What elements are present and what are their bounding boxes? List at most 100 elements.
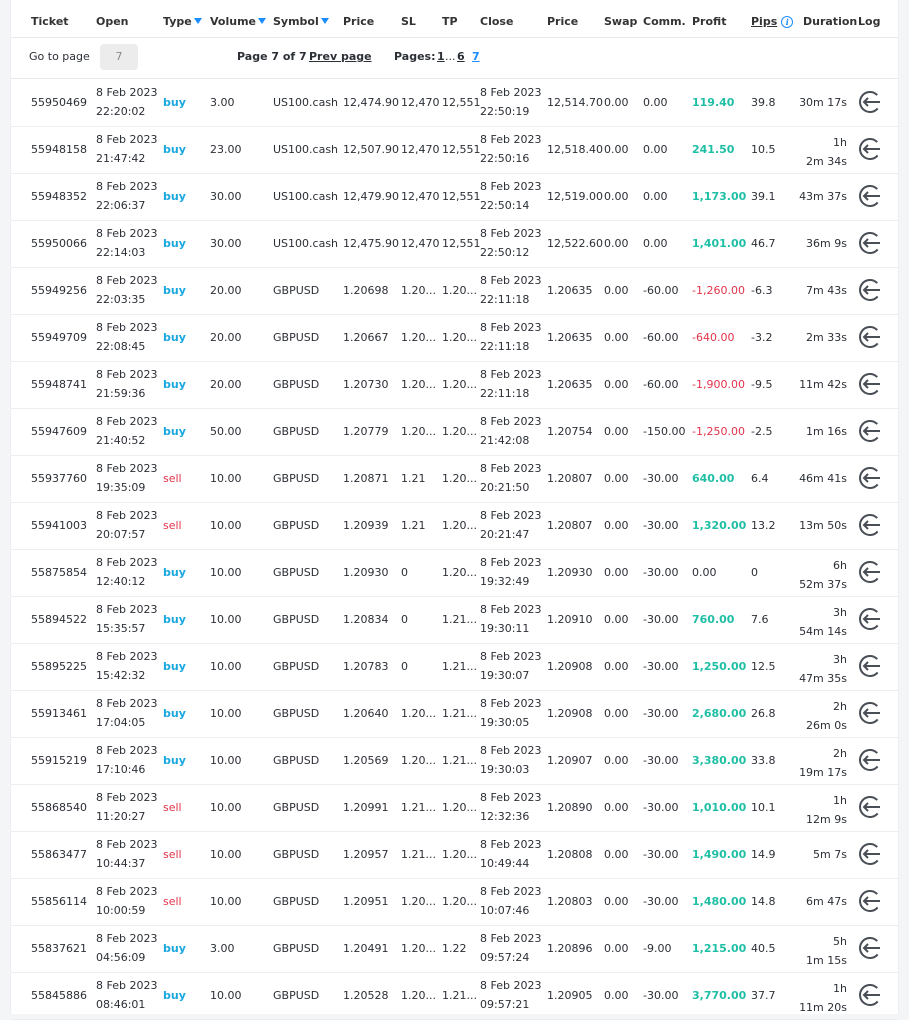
duration-line-1: 36m 9s [806,237,847,250]
duration-line-1: 43m 37s [799,190,847,203]
page-link-current[interactable]: 7 [472,50,480,63]
col-profit[interactable]: Profit [692,15,726,28]
table-row[interactable]: 55837621 8 Feb 2023 04:56:09 buy 3.00 GB… [11,925,898,973]
col-symbol-sort[interactable]: Symbol [273,15,329,28]
log-exit-icon[interactable] [856,464,884,492]
col-comm[interactable]: Comm. [643,15,686,28]
table-row[interactable]: 55948158 8 Feb 2023 21:47:42 buy 23.00 U… [11,126,898,174]
log-exit-icon[interactable] [856,746,884,774]
close-date-cell: 8 Feb 2023 [480,932,542,945]
col-tp[interactable]: TP [442,15,458,28]
col-ticket[interactable]: Ticket [31,15,69,28]
table-row[interactable]: 55948741 8 Feb 2023 21:59:36 buy 20.00 G… [11,361,898,409]
prev-page-link[interactable]: Prev page [309,50,372,63]
col-swap[interactable]: Swap [604,15,637,28]
duration-line-1: 11m 42s [799,378,847,391]
symbol-cell: GBPUSD [273,801,320,814]
tp-cell: 12,551 [442,96,481,109]
duration-cell: 3h 47m 35s [781,650,847,688]
tp-cell: 1.20... [442,801,477,814]
page-link-1[interactable]: 1 [437,50,445,63]
log-exit-icon[interactable] [856,652,884,680]
log-exit-icon[interactable] [856,934,884,962]
log-exit-icon[interactable] [856,323,884,351]
close-date-cell: 8 Feb 2023 [480,274,542,287]
type-cell: buy [163,143,186,156]
volume-cell: 10.00 [210,895,242,908]
swap-cell: 0.00 [604,566,629,579]
duration-line-1: 30m 17s [799,96,847,109]
duration-cell: 6h 52m 37s [781,556,847,594]
open-price-cell: 1.20930 [343,566,389,579]
commission-cell: -30.00 [643,989,679,1002]
table-row[interactable]: 55915219 8 Feb 2023 17:10:46 buy 10.00 G… [11,737,898,785]
log-exit-icon[interactable] [856,558,884,586]
type-cell: sell [163,895,182,908]
log-exit-icon[interactable] [856,276,884,304]
duration-cell: 11m 42s [781,378,847,391]
log-exit-icon[interactable] [856,840,884,868]
page-number-input[interactable]: 7 [100,44,138,70]
log-exit-icon[interactable] [856,370,884,398]
open-price-cell: 12,474.90 [343,96,399,109]
col-close-price[interactable]: Price [547,15,578,28]
table-row[interactable]: 55895225 8 Feb 2023 15:42:32 buy 10.00 G… [11,643,898,691]
table-row[interactable]: 55949709 8 Feb 2023 22:08:45 buy 20.00 G… [11,314,898,362]
table-row[interactable]: 55875854 8 Feb 2023 12:40:12 buy 10.00 G… [11,549,898,597]
col-close[interactable]: Close [480,15,513,28]
table-row[interactable]: 55950469 8 Feb 2023 22:20:02 buy 3.00 US… [11,79,898,127]
table-row[interactable]: 55950066 8 Feb 2023 22:14:03 buy 30.00 U… [11,220,898,268]
table-row[interactable]: 55941003 8 Feb 2023 20:07:57 sell 10.00 … [11,502,898,550]
table-row[interactable]: 55947609 8 Feb 2023 21:40:52 buy 50.00 G… [11,408,898,456]
close-date-cell: 8 Feb 2023 [480,180,542,193]
open-date-cell: 8 Feb 2023 [96,227,158,240]
table-row[interactable]: 55856114 8 Feb 2023 10:00:59 sell 10.00 … [11,878,898,926]
col-pips-sort[interactable]: Pips i [751,15,794,28]
pips-cell: 10.5 [751,143,776,156]
duration-line-1: 5h [833,935,847,948]
swap-cell: 0.00 [604,801,629,814]
col-duration[interactable]: Duration [803,15,857,28]
log-exit-icon[interactable] [856,229,884,257]
table-row[interactable]: 55948352 8 Feb 2023 22:06:37 buy 30.00 U… [11,173,898,221]
col-type-sort[interactable]: Type [163,15,202,28]
close-price-cell: 12,518.40 [547,143,603,156]
open-time-cell: 10:44:37 [96,857,146,870]
close-time-cell: 22:11:18 [480,340,530,353]
duration-line-1: 1m 16s [806,425,847,438]
ticket-cell: 55875854 [31,566,87,579]
col-price[interactable]: Price [343,15,374,28]
open-time-cell: 15:35:57 [96,622,146,635]
duration-line-2: 2m 34s [806,155,847,168]
log-exit-icon[interactable] [856,699,884,727]
log-exit-icon[interactable] [856,135,884,163]
open-time-cell: 11:20:27 [96,810,146,823]
table-row[interactable]: 55845886 8 Feb 2023 08:46:01 buy 10.00 G… [11,972,898,1020]
duration-line-1: 6h [833,559,847,572]
table-row[interactable]: 55894522 8 Feb 2023 15:35:57 buy 10.00 G… [11,596,898,644]
log-exit-icon[interactable] [856,887,884,915]
info-icon[interactable]: i [781,16,794,28]
table-row[interactable]: 55937760 8 Feb 2023 19:35:09 sell 10.00 … [11,455,898,503]
col-open[interactable]: Open [96,15,129,28]
col-sl[interactable]: SL [401,15,416,28]
log-exit-icon[interactable] [856,511,884,539]
sl-cell: 1.20... [401,707,436,720]
log-exit-icon[interactable] [856,417,884,445]
table-row[interactable]: 55863477 8 Feb 2023 10:44:37 sell 10.00 … [11,831,898,879]
open-price-cell: 1.20939 [343,519,389,532]
table-row[interactable]: 55868540 8 Feb 2023 11:20:27 sell 10.00 … [11,784,898,832]
col-volume-sort[interactable]: Volume [210,15,266,28]
log-exit-icon[interactable] [856,182,884,210]
duration-cell: 2m 33s [781,331,847,344]
close-price-cell: 1.20910 [547,613,593,626]
table-row[interactable]: 55949256 8 Feb 2023 22:03:35 buy 20.00 G… [11,267,898,315]
log-exit-icon[interactable] [856,981,884,1009]
log-exit-icon[interactable] [856,793,884,821]
log-exit-icon[interactable] [856,88,884,116]
log-exit-icon[interactable] [856,605,884,633]
page-link-6[interactable]: 6 [457,50,465,63]
table-row[interactable]: 55913461 8 Feb 2023 17:04:05 buy 10.00 G… [11,690,898,738]
pips-cell: 6.4 [751,472,769,485]
profit-cell: 640.00 [692,472,735,485]
